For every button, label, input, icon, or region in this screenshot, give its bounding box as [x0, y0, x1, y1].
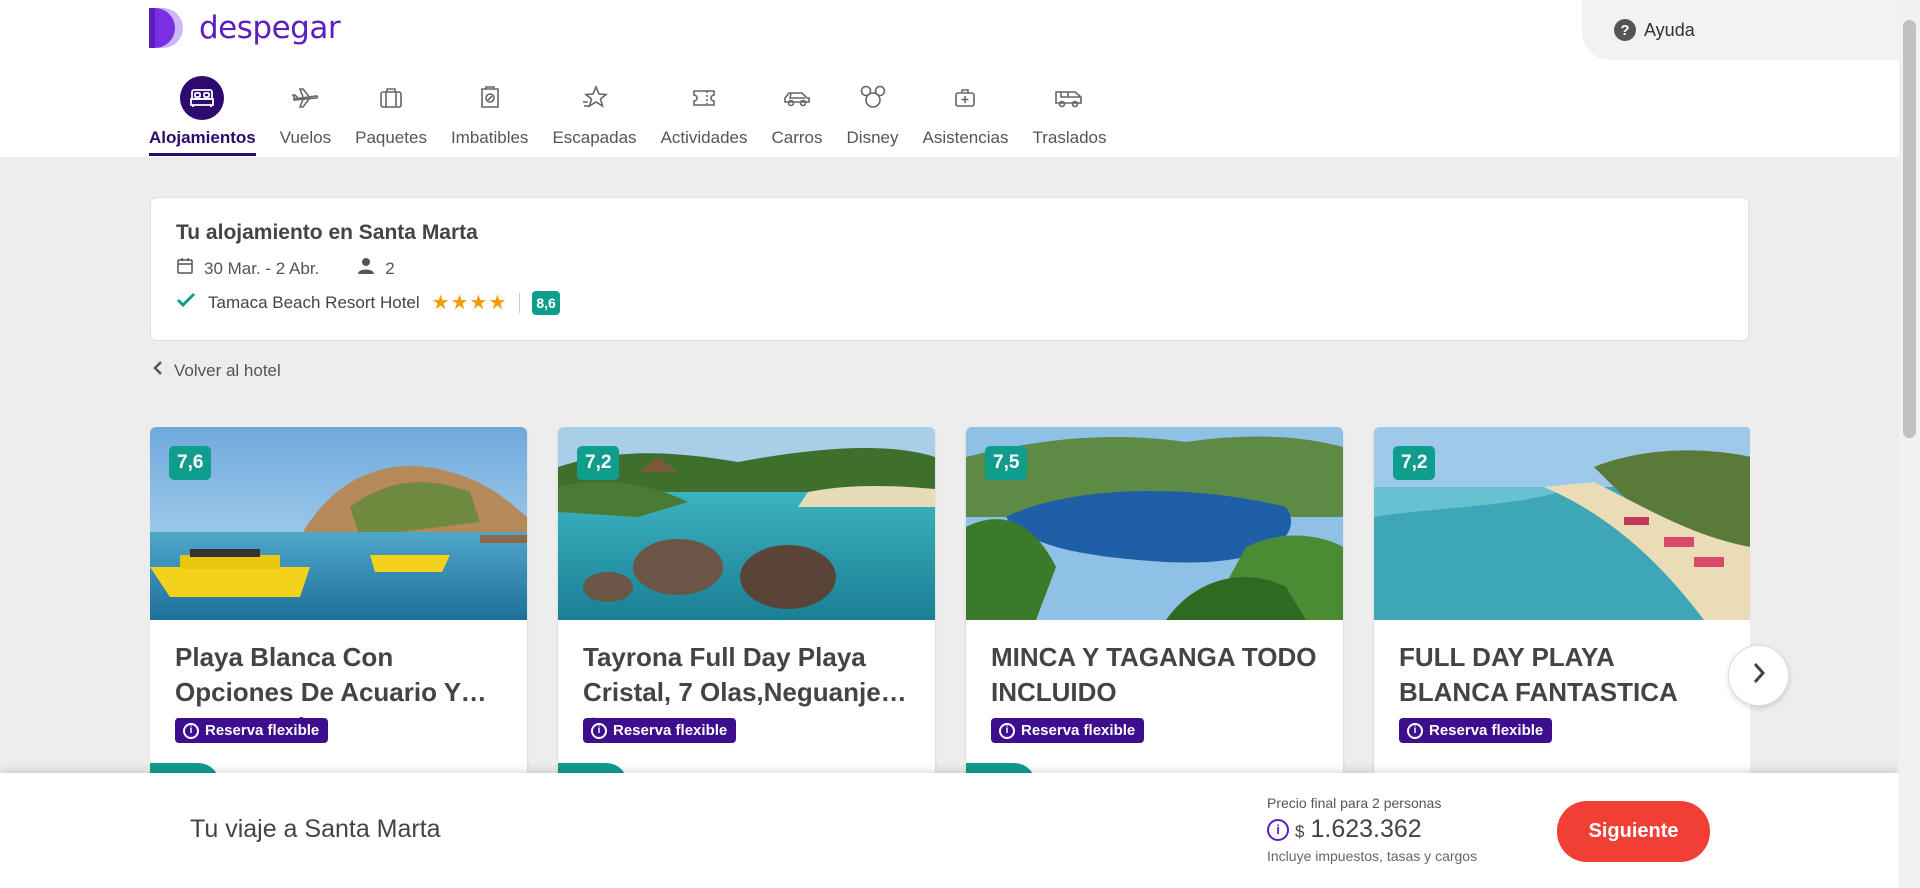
nav-label: Vuelos	[279, 128, 332, 147]
activity-card[interactable]: 7,5 MINCA Y TAGANGA TODO INCLUIDO i Rese…	[966, 427, 1343, 774]
summary-dates: 30 Mar. - 2 Abr.	[204, 258, 320, 278]
price-currency: $	[1295, 822, 1305, 841]
help-button[interactable]: ? Ayuda	[1582, 0, 1899, 60]
nav-label: Escapadas	[552, 128, 637, 147]
summary-title: Tu alojamiento en Santa Marta	[176, 221, 478, 244]
ticket-icon	[682, 76, 726, 120]
nav-item-paquetes[interactable]: Paquetes	[343, 76, 439, 156]
activity-title: Tayrona Full Day Playa Cristal, 7 Olas,N…	[583, 642, 881, 725]
nav-item-vuelos[interactable]: Vuelos	[268, 76, 343, 156]
nav-label: Asistencias	[922, 128, 1009, 147]
info-icon: i	[1407, 722, 1423, 739]
car-icon	[775, 76, 819, 120]
activity-score-badge: 7,2	[577, 446, 620, 480]
van-icon	[1047, 76, 1091, 120]
carousel-next-button[interactable]	[1728, 645, 1789, 706]
hotel-stars: ★★★★	[431, 292, 508, 314]
hotel-score-badge: 8,6	[532, 290, 560, 315]
back-label: Volver al hotel	[174, 360, 281, 380]
activity-image: 7,2	[1374, 427, 1750, 620]
nav-item-asistencias[interactable]: Asistencias	[910, 76, 1020, 156]
chevron-left-icon	[152, 360, 164, 381]
nav-label: Paquetes	[355, 128, 427, 147]
scrollbar-thumb[interactable]	[1903, 20, 1916, 438]
activity-card[interactable]: 7,2 FULL DAY PLAYA BLANCA FANTASTICA i R…	[1374, 427, 1750, 774]
badge-label: Reserva flexible	[1021, 722, 1136, 739]
activity-card[interactable]: 7,2 Tayrona Full Day Playa Cristal, 7 Ol…	[558, 427, 935, 774]
header: despegar ? Ayuda Alojamientos Vuelos Paq…	[0, 0, 1899, 157]
nav-label: Imbatibles	[450, 128, 529, 147]
person-icon	[357, 257, 375, 280]
nav-item-traslados[interactable]: Traslados	[1020, 76, 1118, 156]
flexible-booking-badge: i Reserva flexible	[1399, 718, 1553, 743]
activity-title: MINCA Y TAGANGA TODO INCLUIDO	[991, 642, 1317, 707]
plane-icon	[283, 76, 327, 120]
calendar-icon	[176, 257, 194, 280]
nav-item-carros[interactable]: Carros	[760, 76, 835, 156]
activity-carousel: 7,6 Playa Blanca Con Opciones De Acuario…	[150, 427, 1750, 774]
help-label: Ayuda	[1644, 19, 1695, 40]
flexible-booking-badge: i Reserva flexible	[991, 718, 1145, 743]
price-note: Incluye impuestos, tasas y cargos	[1267, 848, 1478, 864]
badge-label: Reserva flexible	[1429, 722, 1544, 739]
accommodation-summary: Tu alojamiento en Santa Marta 30 Mar. - …	[150, 197, 1749, 341]
nav-item-actividades[interactable]: Actividades	[649, 76, 760, 156]
trip-title: Tu viaje a Santa Marta	[190, 815, 441, 843]
logo-mark-icon	[149, 8, 189, 48]
nav-label: Carros	[771, 128, 823, 147]
activity-image: 7,5	[966, 427, 1343, 620]
summary-hotel-row: Tamaca Beach Resort Hotel ★★★★ 8,6	[176, 290, 1723, 315]
suitcase-icon	[369, 76, 413, 120]
chevron-right-icon	[1751, 661, 1767, 690]
next-button[interactable]: Siguiente	[1557, 801, 1710, 862]
back-to-hotel-link[interactable]: Volver al hotel	[152, 360, 281, 381]
nav-item-imbatibles[interactable]: Imbatibles	[439, 76, 540, 156]
hotel-name: Tamaca Beach Resort Hotel	[208, 292, 420, 312]
price-label: Precio final para 2 personas	[1267, 795, 1442, 811]
question-icon: ?	[1614, 19, 1636, 41]
info-icon: i	[591, 722, 607, 739]
medical-kit-icon	[943, 76, 987, 120]
price-summary: Precio final para 2 personas i $ 1.623.3…	[1267, 795, 1477, 864]
activity-card[interactable]: 7,6 Playa Blanca Con Opciones De Acuario…	[150, 427, 527, 774]
activity-title: Playa Blanca Con Opciones De Acuario Y M…	[175, 642, 461, 725]
activity-score-badge: 7,2	[1393, 446, 1436, 480]
summary-details: 30 Mar. - 2 Abr. 2	[176, 257, 1723, 280]
star-icon	[573, 76, 617, 120]
price-value: 1.623.362	[1310, 815, 1422, 843]
summary-guests: 2	[385, 258, 395, 278]
info-icon: i	[999, 722, 1015, 739]
nav-label: Disney	[846, 128, 899, 147]
check-icon	[176, 291, 196, 314]
price-row: i $ 1.623.362	[1267, 815, 1477, 844]
divider	[519, 292, 521, 313]
product-nav: Alojamientos Vuelos Paquetes Imbatibles …	[149, 76, 1118, 156]
mickey-icon	[851, 76, 895, 120]
despegar-logo[interactable]: despegar	[149, 8, 341, 48]
badge-label: Reserva flexible	[205, 722, 320, 739]
vertical-scrollbar[interactable]	[1899, 0, 1920, 888]
nav-item-disney[interactable]: Disney	[835, 76, 911, 156]
flexible-booking-badge: i Reserva flexible	[175, 718, 329, 743]
activity-score-badge: 7,5	[985, 446, 1028, 480]
activity-title: FULL DAY PLAYA BLANCA FANTASTICA	[1399, 642, 1678, 707]
info-icon: i	[183, 722, 199, 739]
nav-label: Traslados	[1032, 128, 1107, 147]
nav-label: Alojamientos	[149, 128, 256, 147]
brand-name: despegar	[199, 10, 341, 46]
nav-item-alojamientos[interactable]: Alojamientos	[149, 76, 268, 156]
activity-score-badge: 7,6	[169, 446, 212, 480]
deal-icon	[468, 76, 512, 120]
trip-footer-bar: Tu viaje a Santa Marta Precio final para…	[0, 773, 1899, 888]
info-icon[interactable]: i	[1267, 818, 1289, 841]
flexible-booking-badge: i Reserva flexible	[583, 718, 737, 743]
badge-label: Reserva flexible	[613, 722, 728, 739]
activity-image: 7,6	[150, 427, 527, 620]
nav-label: Actividades	[660, 128, 748, 147]
nav-item-escapadas[interactable]: Escapadas	[540, 76, 648, 156]
bed-icon	[180, 76, 225, 120]
activity-image: 7,2	[558, 427, 935, 620]
